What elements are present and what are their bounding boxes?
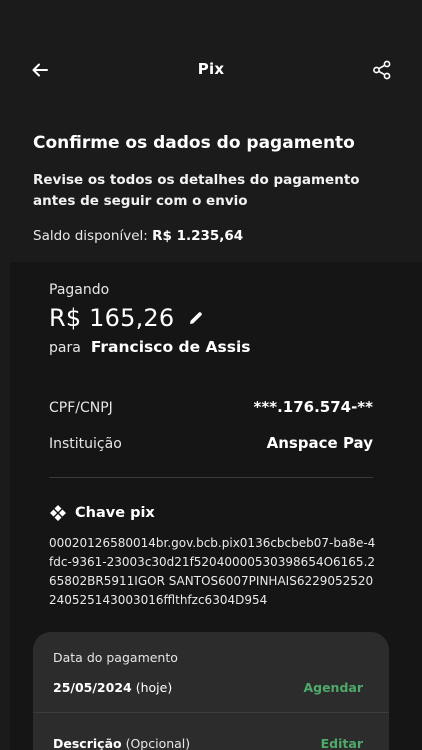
recipient-name: Francisco de Assis	[90, 338, 251, 356]
schedule-link[interactable]: Agendar	[303, 680, 363, 695]
pencil-icon	[190, 312, 203, 324]
institution-label: Instituição	[49, 436, 122, 452]
edit-description-link[interactable]: Editar	[321, 736, 363, 750]
payment-date-label: Data do pagamento	[53, 650, 178, 665]
payment-card: Pagando R$ 165,26 para Francisco de Assi…	[10, 262, 422, 750]
confirm-subtitle: Revise os todos os detalhes do pagamento…	[33, 172, 360, 209]
description-field: Descrição (Opcional)	[53, 736, 190, 750]
page-title: Pix	[197, 60, 225, 78]
pix-key-header: Chave pix	[49, 504, 155, 522]
paying-label: Pagando	[49, 282, 110, 298]
institution-row: Instituição Anspace Pay	[49, 434, 373, 452]
pix-icon	[50, 505, 66, 521]
amount-row: R$ 165,26	[49, 304, 206, 332]
cpf-label: CPF/CNPJ	[49, 400, 113, 416]
pix-key-value: 00020126580014br.gov.bcb.pix0136cbcbeb07…	[49, 536, 376, 607]
description-optional: (Opcional)	[125, 736, 191, 750]
payment-date-value: 25/05/2024	[53, 680, 132, 695]
top-bar: Pix	[0, 0, 422, 140]
balance-value: R$ 1.235,64	[152, 228, 244, 244]
divider	[49, 477, 373, 478]
description-label: Descrição	[53, 736, 122, 750]
share-icon	[373, 60, 391, 80]
recipient-row: para Francisco de Assis	[49, 338, 251, 356]
cpf-value: ***.176.574-**	[253, 398, 373, 416]
payment-amount: R$ 165,26	[49, 304, 175, 332]
cpf-row: CPF/CNPJ ***.176.574-**	[49, 398, 373, 416]
edit-amount-button[interactable]	[186, 308, 206, 328]
payment-date-suffix: (hoje)	[135, 680, 173, 695]
intro-section: Confirme os dados do pagamento Revise os…	[33, 132, 393, 212]
institution-value: Anspace Pay	[266, 434, 373, 452]
payment-date-panel: Data do pagamento 25/05/2024 (hoje) Agen…	[33, 632, 389, 750]
balance-label: Saldo disponível:	[33, 228, 148, 244]
panel-divider	[33, 712, 389, 713]
pix-confirmation-screen: Pix Confirme os dados do pagamento Revis…	[0, 0, 422, 750]
payment-date: 25/05/2024 (hoje)	[53, 680, 172, 695]
share-button[interactable]	[370, 58, 394, 82]
confirm-heading: Confirme os dados do pagamento	[33, 133, 355, 153]
pix-key-title: Chave pix	[75, 505, 155, 521]
available-balance: Saldo disponível: R$ 1.235,64	[33, 228, 243, 244]
to-label: para	[49, 340, 81, 356]
